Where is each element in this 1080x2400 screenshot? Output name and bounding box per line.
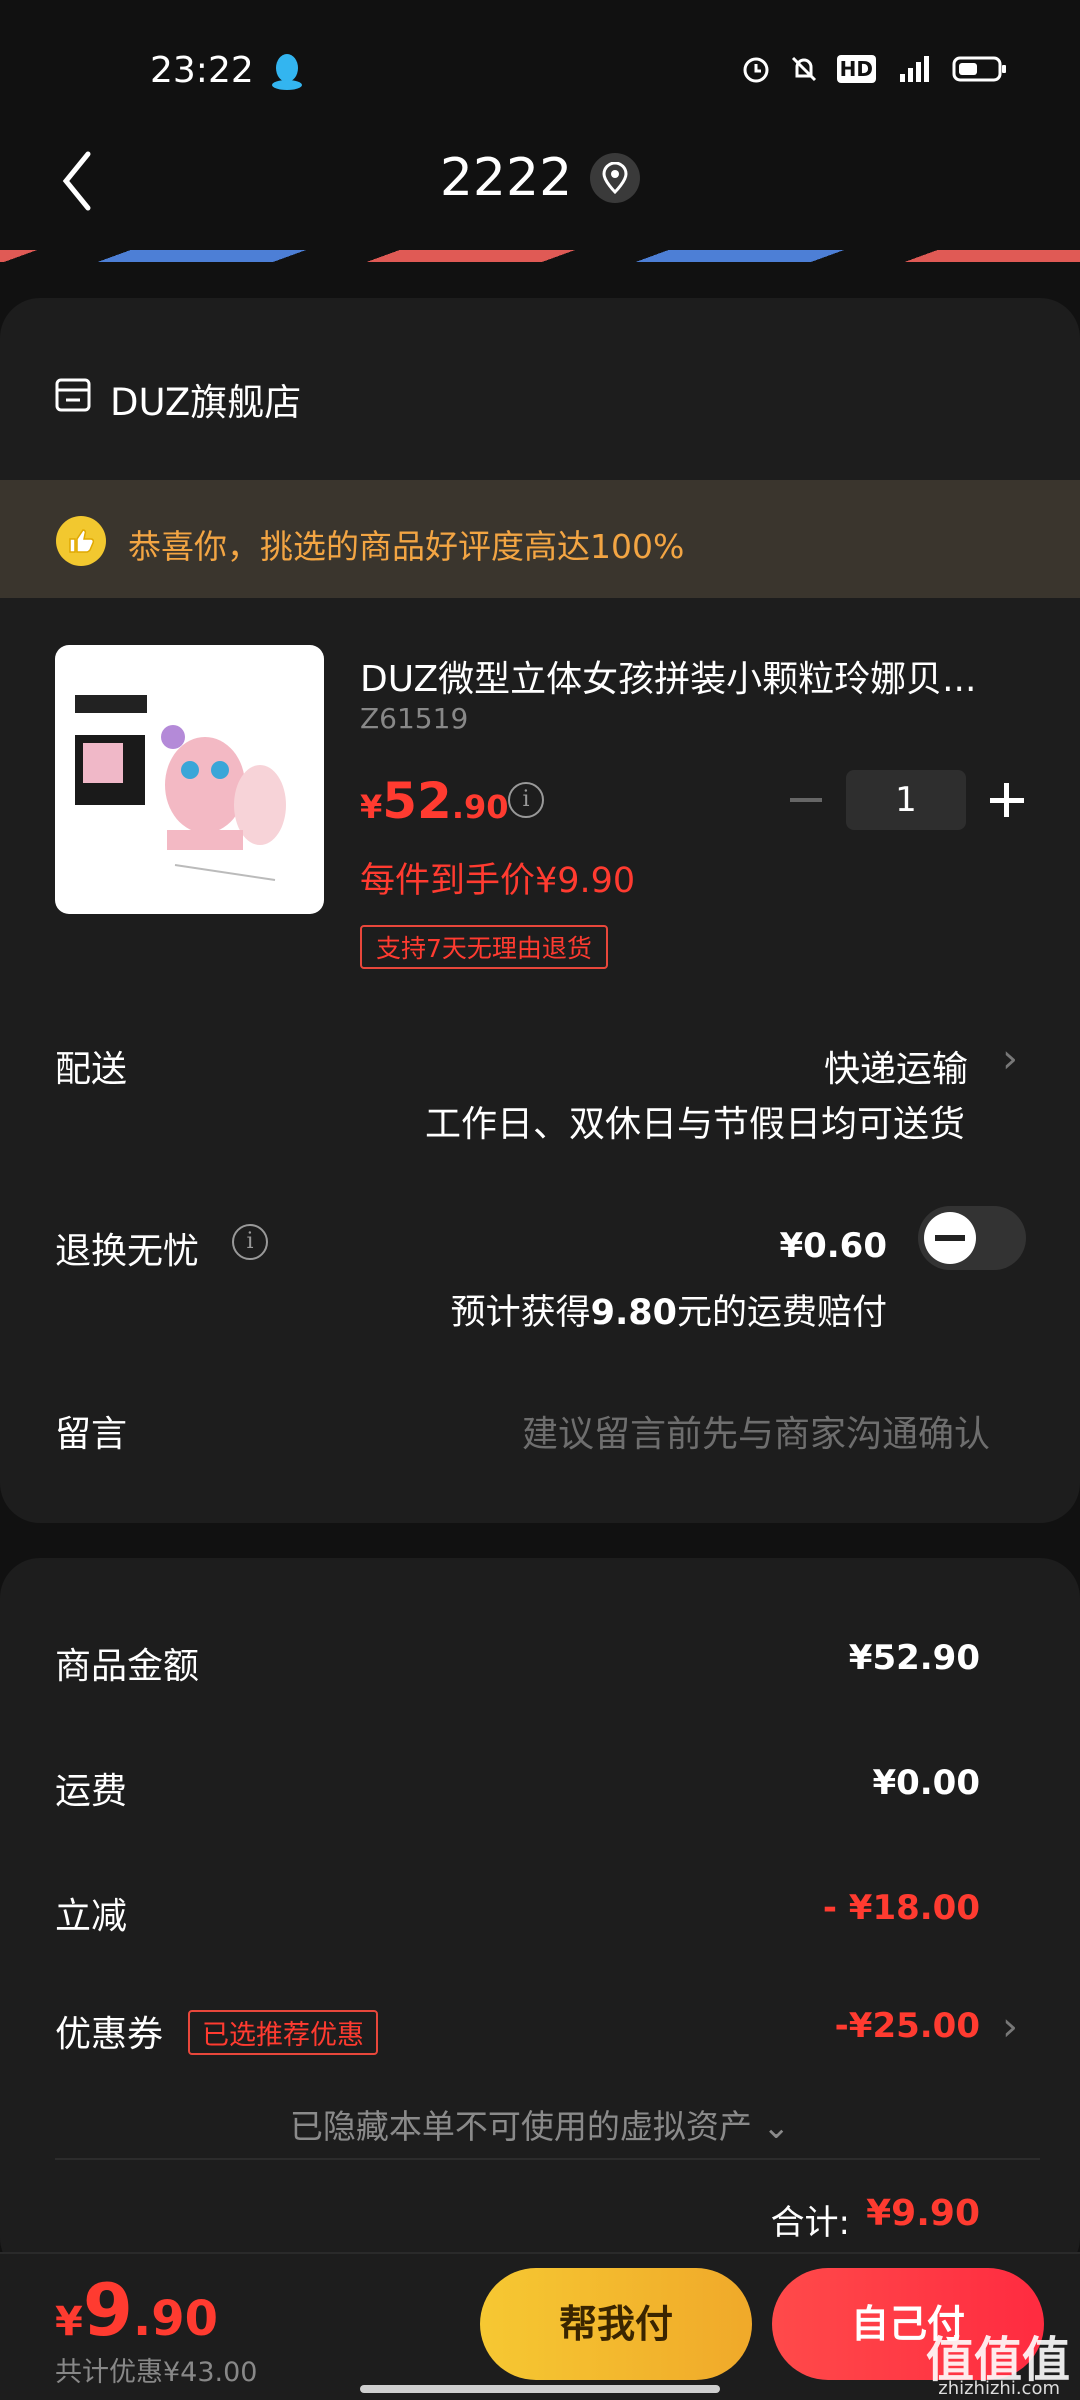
quantity-decrease-button[interactable]: [790, 798, 822, 802]
coupon-chevron-icon[interactable]: ›: [1002, 2004, 1018, 2050]
qq-icon: [272, 54, 302, 90]
delivery-note: 工作日、双休日与节假日均可送货: [424, 1104, 965, 1145]
product-name[interactable]: DUZ微型立体女孩拼装小颗粒玲娜贝...: [360, 650, 1020, 702]
product-image[interactable]: [55, 645, 324, 914]
chevron-down-icon: ⌄: [762, 2107, 791, 2146]
page-title: 2222: [0, 148, 1080, 208]
return-policy-tag: 支持7天无理由退货: [360, 925, 608, 969]
address-stripe: [0, 250, 1080, 262]
total-savings: 共计优惠¥43.00: [55, 2357, 258, 2388]
goods-amount-value: ¥52.90: [848, 1638, 980, 1678]
store-icon: [55, 378, 91, 412]
return-insurance-toggle[interactable]: [918, 1206, 1026, 1270]
return-insurance-info-icon[interactable]: i: [232, 1224, 268, 1260]
pay-amount: ¥9.90: [55, 2268, 218, 2352]
return-insurance-note: 预计获得9.80元的运费赔付: [450, 1293, 887, 1333]
price-info-icon[interactable]: i: [508, 782, 544, 818]
quantity-field[interactable]: 1: [846, 770, 966, 830]
message-input[interactable]: 建议留言前先与商家沟通确认: [522, 1405, 990, 1457]
unit-price: 每件到手价¥9.90: [360, 861, 636, 901]
shipping-label: 运费: [55, 1771, 128, 1812]
coupon-tag: 已选推荐优惠: [188, 2010, 378, 2055]
hidden-assets-note[interactable]: 已隐藏本单不可使用的虚拟资产 ⌄: [0, 2100, 1080, 2148]
status-icons: HD: [741, 54, 1008, 84]
toggle-minus-icon: [935, 1235, 965, 1241]
discount-value: - ¥18.00: [822, 1888, 980, 1928]
address-title: 2222: [439, 148, 573, 208]
battery-icon: [952, 56, 1006, 82]
coupon-label: 优惠券: [55, 2014, 164, 2055]
delivery-chevron-icon[interactable]: ›: [1002, 1036, 1018, 1082]
friend-pay-button[interactable]: 帮我付: [480, 2268, 752, 2380]
shipping-value: ¥0.00: [872, 1763, 980, 1803]
status-time: 23:22: [150, 50, 254, 91]
return-insurance-label: 退换无忧: [55, 1231, 200, 1272]
delivery-method[interactable]: 快递运输: [824, 1040, 968, 1092]
discount-label: 立减: [55, 1896, 128, 1937]
hd-icon: HD: [836, 55, 876, 83]
delivery-label: 配送: [55, 1049, 128, 1090]
watermark-url: zhizhizhi.com: [938, 2378, 1060, 2399]
message-label: 留言: [55, 1414, 128, 1455]
coupon-value[interactable]: -¥25.00: [835, 2006, 980, 2046]
goods-amount-label: 商品金额: [55, 1646, 200, 1687]
5g-signal-icon: [900, 56, 929, 82]
location-pin-icon[interactable]: [590, 153, 641, 203]
product-code: Z61519: [360, 702, 469, 735]
thumbs-up-icon: [56, 516, 106, 566]
mute-icon: [791, 56, 816, 82]
rating-banner-text: 恭喜你，挑选的商品好评度高达100%: [128, 527, 685, 566]
store-name[interactable]: DUZ旗舰店: [110, 372, 301, 426]
divider: [55, 2158, 1040, 2160]
quantity-increase-button-v[interactable]: [1004, 783, 1009, 817]
total-label: 合计:: [770, 2203, 850, 2243]
total-value: ¥9.90: [866, 2193, 980, 2234]
home-indicator[interactable]: [360, 2385, 720, 2393]
alarm-icon: [743, 57, 769, 83]
return-insurance-price: ¥0.60: [779, 1226, 887, 1266]
product-price: ¥52.90: [360, 772, 509, 830]
